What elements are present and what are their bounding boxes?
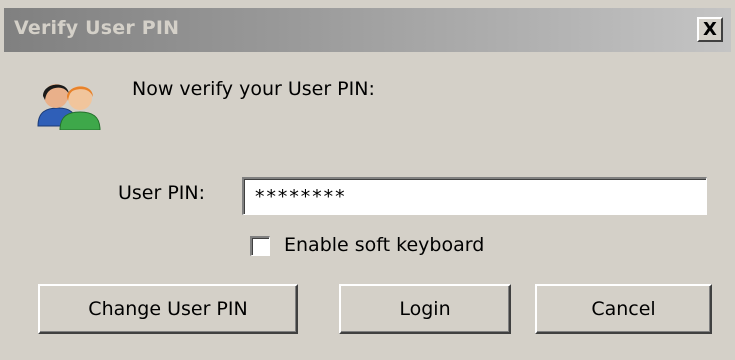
window-title: Verify User PIN bbox=[14, 17, 180, 39]
user-pin-label: User PIN: bbox=[118, 182, 206, 204]
cancel-button[interactable]: Cancel bbox=[535, 284, 712, 334]
soft-keyboard-label[interactable]: Enable soft keyboard bbox=[284, 234, 484, 256]
users-icon bbox=[37, 84, 101, 130]
user-pin-input[interactable] bbox=[242, 177, 707, 215]
login-button[interactable]: Login bbox=[339, 284, 511, 334]
title-bar[interactable]: Verify User PIN X bbox=[4, 8, 731, 52]
soft-keyboard-checkbox[interactable] bbox=[250, 236, 270, 256]
close-button[interactable]: X bbox=[697, 17, 723, 42]
verify-pin-dialog: Verify User PIN X Now verify your User P… bbox=[0, 0, 735, 360]
change-pin-button[interactable]: Change User PIN bbox=[38, 284, 298, 334]
prompt-text: Now verify your User PIN: bbox=[132, 78, 375, 100]
close-icon: X bbox=[703, 18, 717, 40]
